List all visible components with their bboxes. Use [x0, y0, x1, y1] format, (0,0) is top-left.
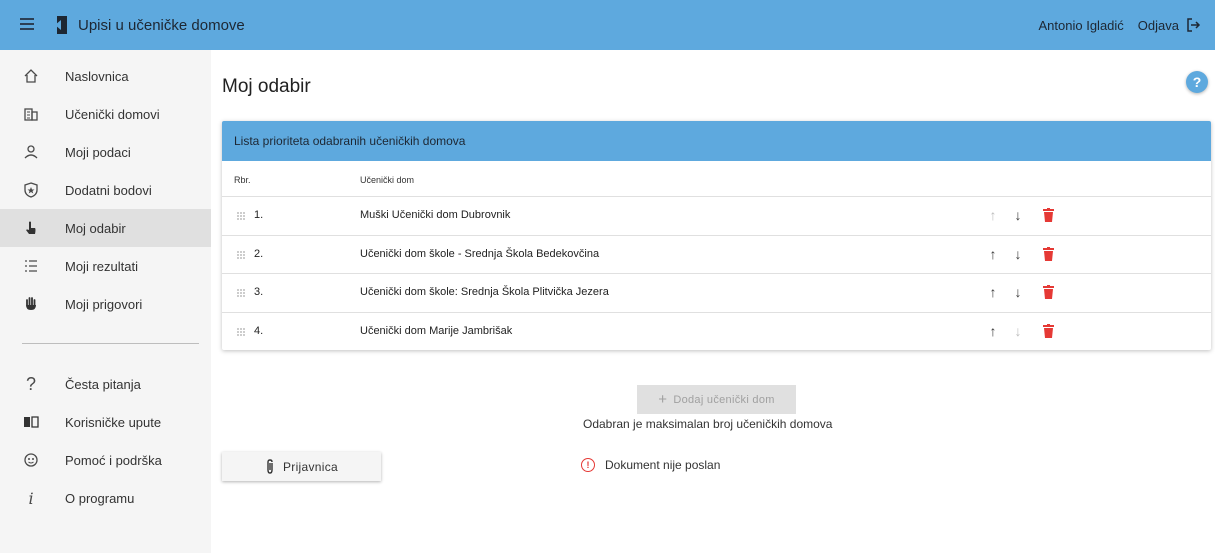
sidebar-item-moj-odabir[interactable]: Moj odabir	[0, 209, 211, 247]
drag-handle-icon[interactable]	[236, 288, 246, 298]
document-status: ! Dokument nije poslan	[581, 458, 720, 472]
sidebar-item-korisnicke-upute[interactable]: Korisničke upute	[0, 403, 211, 441]
logout-icon	[1187, 18, 1201, 32]
sidebar-item-label: Moji prigovori	[65, 296, 143, 312]
support-icon	[22, 451, 40, 469]
row-number: 4.	[254, 324, 264, 337]
move-up-arrow-icon[interactable]: ↑	[985, 246, 1001, 262]
pointing-hand-icon	[22, 219, 40, 237]
card-header: Lista prioriteta odabranih učeničkih dom…	[222, 121, 1211, 161]
sidebar-item-pomoc-i-podrska[interactable]: Pomoć i podrška	[0, 441, 211, 479]
list-icon	[22, 257, 40, 275]
priority-list-card: Lista prioriteta odabranih učeničkih dom…	[222, 121, 1211, 350]
help-button[interactable]: ?	[1186, 71, 1208, 93]
delete-trash-icon[interactable]	[1040, 284, 1056, 300]
sidebar-item-cesta-pitanja[interactable]: ? Česta pitanja	[0, 365, 211, 403]
column-header-rbr: Rbr.	[234, 175, 251, 185]
home-icon	[22, 67, 40, 85]
add-dormitory-label: Dodaj učenički dom	[673, 393, 775, 406]
star-shield-icon	[22, 181, 40, 199]
table-row: 2. Učenički dom škole - Srednja Škola Be…	[222, 236, 1211, 274]
move-down-arrow-icon[interactable]: ↓	[1010, 284, 1026, 300]
sidebar-item-ucenicki-domovi[interactable]: Učenički domovi	[0, 95, 211, 133]
max-selection-message: Odabran je maksimalan broj učeničkih dom…	[583, 417, 833, 431]
sidebar-item-moji-rezultati[interactable]: Moji rezultati	[0, 247, 211, 285]
page-title: Moj odabir	[222, 76, 311, 97]
prijavnica-label: Prijavnica	[282, 459, 339, 474]
drag-handle-icon[interactable]	[236, 211, 246, 221]
drag-handle-icon[interactable]	[236, 250, 246, 260]
warning-circle-icon: !	[581, 458, 595, 472]
row-number: 1.	[254, 209, 264, 221]
delete-trash-icon[interactable]	[1040, 207, 1056, 223]
building-icon	[22, 105, 40, 123]
move-down-arrow-icon[interactable]: ↓	[1010, 246, 1026, 262]
dormitory-name: Učenički dom škole - Srednja Škola Bedek…	[360, 247, 600, 260]
table-header: Rbr. Učenički dom	[222, 161, 1211, 197]
sidebar-item-moji-podaci[interactable]: Moji podaci	[0, 133, 211, 171]
delete-trash-icon[interactable]	[1040, 246, 1056, 262]
dormitory-name: Učenički dom Marije Jambrišak	[360, 324, 513, 337]
sidebar-item-label: Moj odabir	[65, 220, 126, 236]
row-number: 3.	[254, 286, 264, 298]
book-icon	[22, 413, 40, 431]
logout-label: Odjava	[1137, 17, 1179, 33]
user-name[interactable]: Antonio Igladić	[1039, 18, 1124, 33]
sidebar-item-label: Korisničke upute	[65, 414, 162, 430]
sidebar-item-o-programu[interactable]: i O programu	[0, 479, 211, 517]
sidebar-item-label: O programu	[65, 490, 135, 506]
question-icon: ?	[25, 373, 36, 394]
add-dormitory-button[interactable]: + Dodaj učenički dom	[637, 385, 796, 414]
hamburger-menu-icon[interactable]	[20, 18, 38, 32]
raised-hand-icon	[22, 295, 40, 313]
sidebar: Naslovnica Učenički domovi Moji podaci D…	[0, 50, 211, 553]
prijavnica-button[interactable]: Prijavnica	[222, 452, 381, 481]
sidebar-item-label: Naslovnica	[65, 68, 129, 84]
top-app-bar: Upisi u učeničke domove Antonio Igladić …	[0, 0, 1215, 50]
dormitory-name: Učenički dom škole: Srednja Škola Plitvi…	[360, 286, 609, 298]
sidebar-item-moji-prigovori[interactable]: Moji prigovori	[0, 285, 211, 323]
sidebar-item-label: Moji podaci	[65, 144, 131, 160]
sidebar-item-label: Česta pitanja	[65, 376, 141, 392]
row-number: 2.	[254, 247, 264, 260]
sidebar-divider	[22, 343, 199, 344]
move-down-arrow-icon[interactable]: ↓	[1010, 207, 1026, 223]
move-up-arrow-icon[interactable]: ↑	[985, 207, 1001, 223]
move-up-arrow-icon[interactable]: ↑	[985, 323, 1001, 339]
move-up-arrow-icon[interactable]: ↑	[985, 284, 1001, 300]
dormitory-name: Muški Učenički dom Dubrovnik	[360, 209, 511, 221]
plus-icon: +	[658, 391, 668, 408]
paperclip-icon	[267, 458, 273, 474]
user-icon	[22, 143, 40, 161]
app-title: Upisi u učeničke domove	[78, 16, 245, 34]
sidebar-item-label: Pomoć i podrška	[65, 452, 162, 468]
table-row: 3. Učenički dom škole: Srednja Škola Pli…	[222, 274, 1211, 313]
table-row: 1. Muški Učenički dom Dubrovnik ↑ ↓	[222, 197, 1211, 236]
sidebar-item-label: Dodatni bodovi	[65, 182, 152, 198]
logout-button[interactable]: Odjava	[1138, 18, 1201, 33]
document-status-text: Dokument nije poslan	[605, 458, 721, 472]
drag-handle-icon[interactable]	[236, 327, 246, 337]
table-row: 4. Učenički dom Marije Jambrišak ↑ ↓	[222, 313, 1211, 351]
app-logo-icon	[54, 14, 68, 36]
sidebar-item-naslovnica[interactable]: Naslovnica	[0, 57, 211, 95]
info-icon: i	[28, 488, 34, 508]
delete-trash-icon[interactable]	[1040, 323, 1056, 339]
sidebar-item-dodatni-bodovi[interactable]: Dodatni bodovi	[0, 171, 211, 209]
sidebar-item-label: Moji rezultati	[65, 258, 138, 274]
move-down-arrow-icon[interactable]: ↓	[1010, 323, 1026, 339]
column-header-ucenicki-dom: Učenički dom	[360, 175, 415, 185]
sidebar-item-label: Učenički domovi	[65, 106, 160, 122]
